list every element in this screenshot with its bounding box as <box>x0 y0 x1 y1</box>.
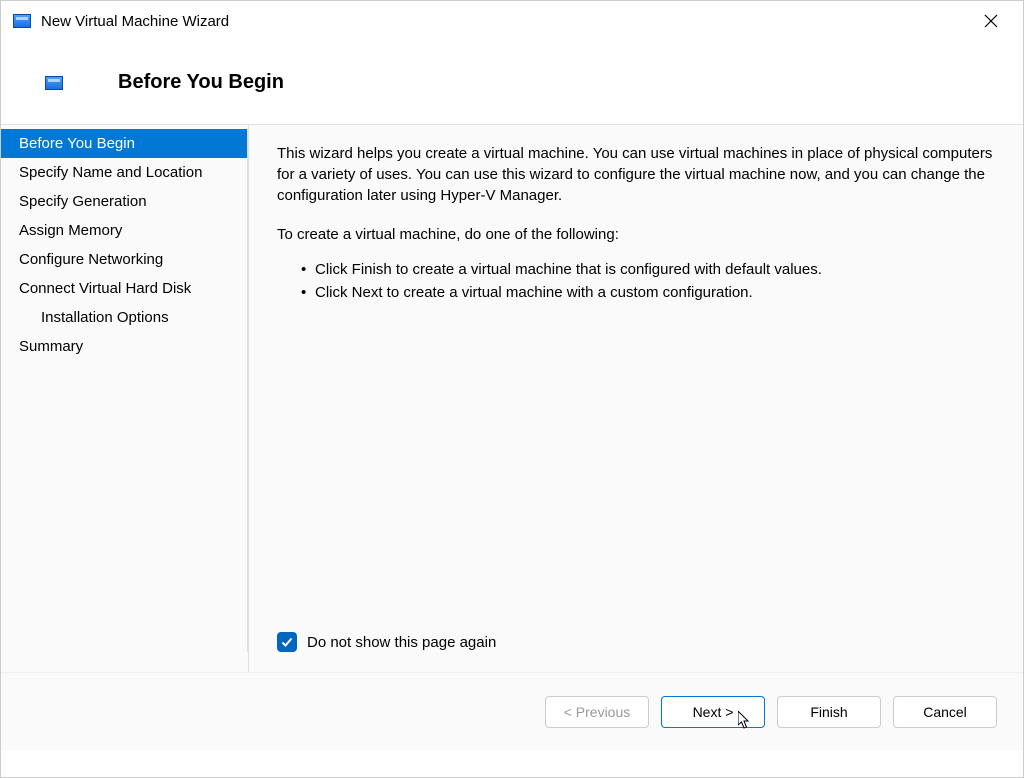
do-not-show-row: Do not show this page again <box>277 632 496 652</box>
page-title: Before You Begin <box>118 71 284 94</box>
bullet-list: Click Finish to create a virtual machine… <box>277 259 993 304</box>
bullet-finish: Click Finish to create a virtual machine… <box>301 259 993 282</box>
next-button[interactable]: Next > <box>661 696 765 728</box>
wizard-header: Before You Begin <box>1 41 1023 124</box>
sidebar-item-connect-vhd[interactable]: Connect Virtual Hard Disk <box>1 274 248 303</box>
sidebar-item-assign-memory[interactable]: Assign Memory <box>1 216 248 245</box>
bullet-next: Click Next to create a virtual machine w… <box>301 282 993 305</box>
content-area: Before You Begin Specify Name and Locati… <box>1 124 1023 672</box>
do-not-show-checkbox[interactable] <box>277 632 297 652</box>
main-panel: This wizard helps you create a virtual m… <box>249 125 1023 672</box>
close-icon <box>984 14 998 28</box>
close-button[interactable] <box>971 5 1011 37</box>
intro-text: This wizard helps you create a virtual m… <box>277 143 993 206</box>
finish-button[interactable]: Finish <box>777 696 881 728</box>
window-title: New Virtual Machine Wizard <box>41 13 229 30</box>
do-not-show-label: Do not show this page again <box>307 634 496 651</box>
app-icon <box>13 14 31 28</box>
wizard-steps-sidebar: Before You Begin Specify Name and Locati… <box>1 125 249 672</box>
sidebar-item-summary[interactable]: Summary <box>1 332 248 361</box>
cancel-button[interactable]: Cancel <box>893 696 997 728</box>
cursor-icon <box>738 711 754 731</box>
sidebar-item-configure-networking[interactable]: Configure Networking <box>1 245 248 274</box>
check-icon <box>280 635 294 649</box>
instruction-text: To create a virtual machine, do one of t… <box>277 224 993 245</box>
wizard-icon <box>45 76 63 90</box>
sidebar-item-specify-generation[interactable]: Specify Generation <box>1 187 248 216</box>
sidebar-item-installation-options[interactable]: Installation Options <box>1 303 248 332</box>
titlebar: New Virtual Machine Wizard <box>1 1 1023 41</box>
sidebar-item-specify-name[interactable]: Specify Name and Location <box>1 158 248 187</box>
previous-button: < Previous <box>545 696 649 728</box>
button-bar: < Previous Next > Finish Cancel <box>1 672 1023 750</box>
sidebar-item-before-you-begin[interactable]: Before You Begin <box>1 129 248 158</box>
